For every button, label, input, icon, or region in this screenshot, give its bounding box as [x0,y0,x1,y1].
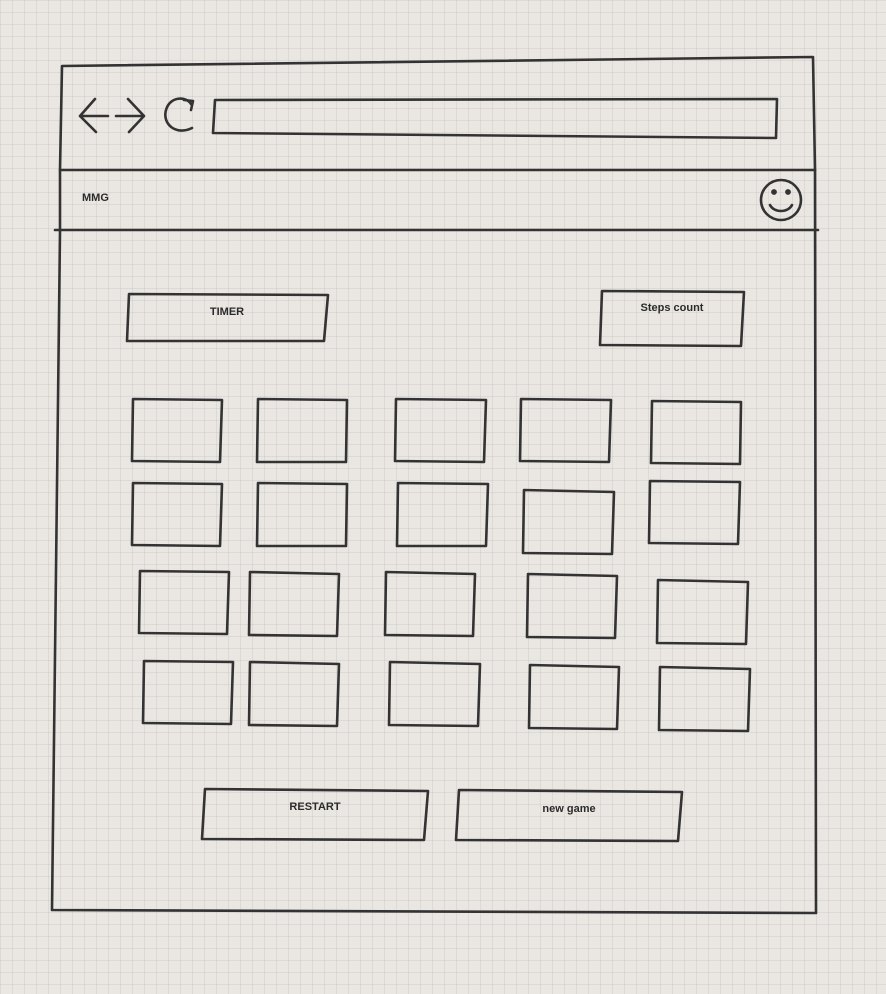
memory-card[interactable] [130,481,224,548]
memory-card[interactable] [655,578,750,646]
memory-card[interactable] [247,660,341,728]
memory-card[interactable] [141,659,235,726]
smiley-face-icon[interactable] [759,178,803,222]
memory-card[interactable] [130,397,224,464]
memory-card[interactable] [521,488,616,556]
steps-count-label: Steps count [640,302,704,314]
forward-icon[interactable] [114,97,146,134]
restart-button[interactable]: RESTART [202,789,428,841]
memory-card[interactable] [395,481,490,548]
memory-card[interactable] [657,665,752,733]
memory-card[interactable] [255,481,349,548]
memory-card[interactable] [393,397,488,464]
restart-button-label: RESTART [289,801,341,813]
memory-card[interactable] [137,569,231,636]
memory-card[interactable] [527,663,621,731]
memory-card[interactable] [247,570,341,638]
memory-card[interactable] [383,570,477,638]
timer-label: TIMER [209,306,245,318]
new-game-button-label: new game [542,803,596,815]
steps-count-box [598,289,746,348]
address-bar[interactable] [211,97,779,140]
memory-card[interactable] [518,397,613,464]
memory-card[interactable] [387,660,482,728]
app-title: MMG [82,192,109,204]
memory-card[interactable] [255,397,349,464]
wireframe-canvas [50,55,820,915]
new-game-button[interactable]: new game [456,790,682,842]
memory-card[interactable] [647,479,742,546]
memory-card[interactable] [649,399,743,466]
browser-window-frame [50,55,818,915]
back-icon[interactable] [78,97,110,134]
reload-icon[interactable] [164,97,195,132]
memory-card[interactable] [525,572,619,640]
